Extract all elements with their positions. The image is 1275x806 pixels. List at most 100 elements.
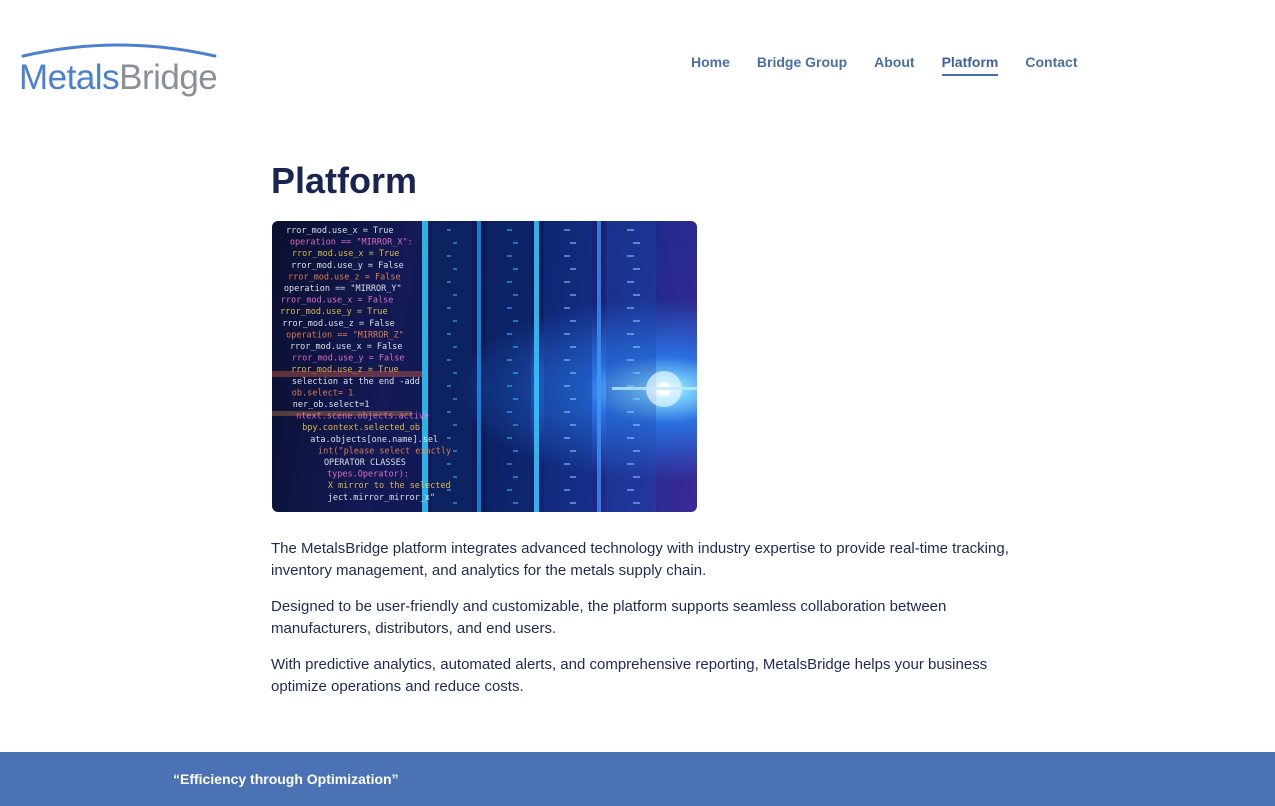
main-nav: Home Bridge Group About Platform Contact	[691, 52, 1078, 76]
server-led	[633, 450, 640, 452]
server-led	[570, 372, 576, 374]
server-led	[453, 294, 457, 296]
server-led	[513, 476, 518, 478]
metalsbridge-logo[interactable]: MetalsBridge	[19, 40, 219, 104]
nav-about[interactable]: About	[874, 52, 914, 76]
server-led	[564, 229, 570, 231]
server-led	[447, 463, 451, 465]
logo-bridge-text: Bridge	[119, 58, 218, 97]
server-led	[513, 268, 518, 270]
server-led	[513, 294, 518, 296]
server-led	[453, 268, 457, 270]
hero-code-line: types.Operator):	[327, 470, 409, 480]
nav-platform[interactable]: Platform	[941, 52, 999, 76]
server-led	[570, 346, 576, 348]
server-led	[507, 307, 512, 309]
server-led	[627, 307, 634, 309]
hero-code-line: ject.mirror_mirror_x"	[328, 493, 435, 503]
server-led	[633, 502, 640, 504]
server-led	[513, 502, 518, 504]
paragraph-overview: The MetalsBridge platform integrates adv…	[271, 540, 1009, 579]
server-led	[633, 372, 640, 374]
server-led	[507, 437, 512, 439]
server-led	[633, 476, 640, 478]
server-led	[633, 346, 640, 348]
hero-code-line: rror_mod.use_x = True	[292, 249, 399, 259]
server-led	[627, 489, 634, 491]
server-led	[447, 307, 451, 309]
server-led	[627, 229, 634, 231]
server-led	[447, 411, 451, 413]
hero-code-line: rror_mod.use_x = True	[286, 226, 393, 236]
server-led	[447, 281, 451, 283]
hero-code-line: rror_mod.use_z = False	[288, 272, 401, 282]
hero-code-line: ob.select= 1	[292, 388, 353, 398]
server-led	[453, 372, 457, 374]
nav-bridge-group[interactable]: Bridge Group	[757, 52, 847, 76]
server-led	[570, 320, 576, 322]
server-led	[507, 281, 512, 283]
server-led	[570, 476, 576, 478]
server-led	[513, 424, 518, 426]
server-led	[627, 333, 634, 335]
hero-code-line: rror_mod.use_x = False	[290, 342, 403, 352]
server-led	[564, 489, 570, 491]
server-led	[627, 463, 634, 465]
server-led	[453, 476, 457, 478]
server-led	[447, 333, 451, 335]
logo-metals-text: Metals	[19, 58, 120, 97]
server-led	[633, 398, 640, 400]
hero-code-line: int("please select exactly	[318, 446, 451, 456]
server-led	[633, 242, 640, 244]
server-led	[564, 385, 570, 387]
hero-code-line: rror_mod.use_y = False	[291, 261, 404, 271]
server-led	[633, 268, 640, 270]
server-led	[447, 229, 451, 231]
server-led	[564, 255, 570, 257]
server-led	[513, 320, 518, 322]
server-led	[627, 281, 634, 283]
server-led	[507, 359, 512, 361]
nav-home[interactable]: Home	[691, 52, 730, 76]
server-led	[633, 424, 640, 426]
server-led	[627, 411, 634, 413]
server-led	[633, 320, 640, 322]
server-led	[564, 333, 570, 335]
server-led	[507, 463, 512, 465]
server-led	[507, 411, 512, 413]
server-led	[513, 242, 518, 244]
server-led	[507, 229, 512, 231]
hero-code-line: rror_mod.use_y = True	[280, 307, 387, 317]
nav-contact[interactable]: Contact	[1025, 52, 1077, 76]
server-led	[570, 242, 576, 244]
hero-illustration: rror_mod.use_x = Trueoperation == "MIRRO…	[272, 221, 697, 512]
page-title: Platform	[271, 160, 418, 201]
hero-code-line: X mirror to the selected	[328, 481, 451, 491]
hero-code-line: rror_mod.use_x = False	[281, 296, 394, 306]
server-led	[564, 307, 570, 309]
server-led	[453, 346, 457, 348]
server-led	[570, 450, 576, 452]
server-led	[564, 359, 570, 361]
server-led	[513, 450, 518, 452]
server-led	[570, 502, 576, 504]
site-footer: “Efficiency through Optimization”	[0, 752, 1275, 806]
server-led	[447, 255, 451, 257]
server-led	[570, 294, 576, 296]
server-led	[507, 255, 512, 257]
server-led	[453, 450, 457, 452]
hero-code-line: operation == "MIRROR_X":	[290, 238, 413, 248]
server-led	[453, 424, 457, 426]
server-led	[453, 502, 457, 504]
server-led	[627, 437, 634, 439]
server-led	[513, 346, 518, 348]
paragraph-collaboration: Designed to be user-friendly and customi…	[271, 598, 947, 637]
server-led	[453, 320, 457, 322]
hero-code-line: rror_mod.use_y = False	[292, 354, 405, 364]
server-led	[570, 398, 576, 400]
server-led	[447, 385, 451, 387]
footer-tagline: “Efficiency through Optimization”	[173, 771, 399, 787]
hero-code-line: operation == "MIRROR_Y"	[284, 284, 402, 294]
hero-image-server-code: rror_mod.use_x = True operation == "MIRRO…	[272, 221, 697, 512]
hero-code-line: bpy.context.selected_ob	[302, 423, 420, 433]
